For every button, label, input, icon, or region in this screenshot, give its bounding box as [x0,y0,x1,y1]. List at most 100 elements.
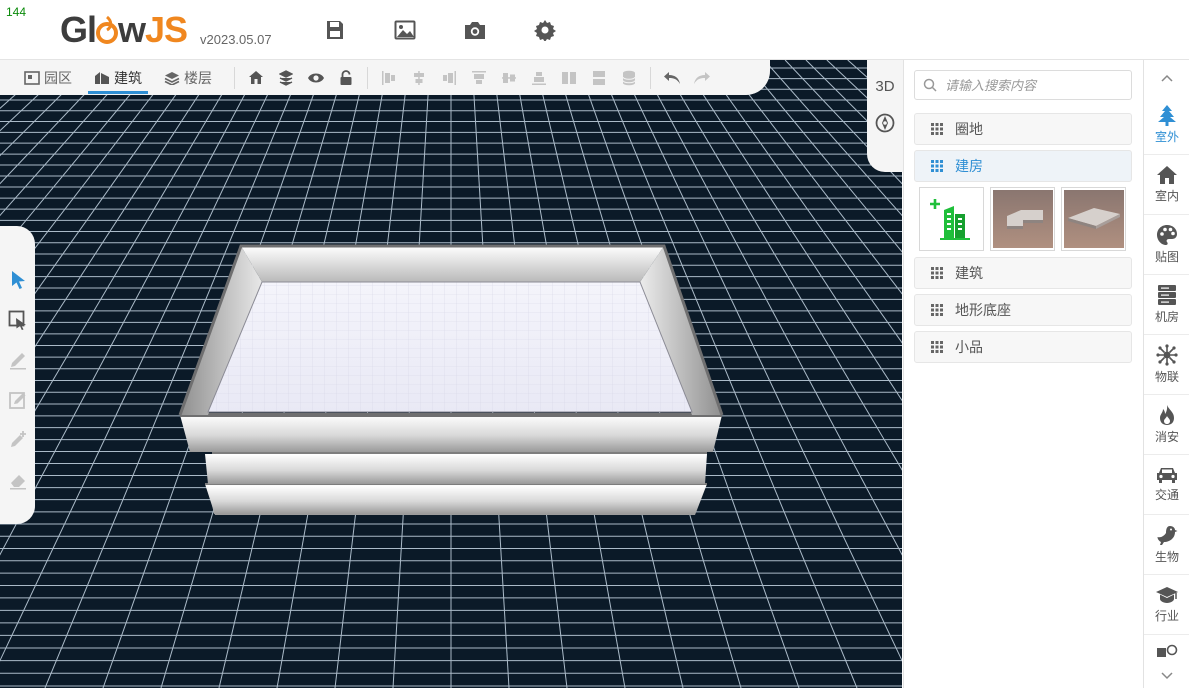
align-bottom-icon[interactable] [524,63,554,93]
group-accessories[interactable]: 小品 [914,331,1132,363]
car-icon [1157,468,1177,483]
graduation-cap-icon [1156,587,1178,603]
pen-add-icon[interactable] [0,420,35,460]
box-select-icon[interactable] [0,300,35,340]
category-indoor[interactable]: 室内 [1144,155,1189,215]
server-icon [1158,285,1176,305]
building-model[interactable] [178,244,724,515]
image-icon[interactable] [390,15,420,45]
building-icon [95,72,109,84]
tab-park[interactable]: 园区 [18,61,78,94]
settings-icon[interactable] [530,15,560,45]
group-label: 建筑 [955,265,983,281]
grid-icon [931,267,943,279]
fire-icon [1160,405,1174,425]
group-terrain-base[interactable]: 地形底座 [914,294,1132,326]
category-industry[interactable]: 行业 [1144,575,1189,635]
fps-counter: 144 [6,5,27,19]
stack-icon[interactable] [271,63,301,93]
compass-icon[interactable] [874,112,896,134]
library-panel: 圈地 建房 [903,60,1143,688]
redo-icon[interactable] [687,63,717,93]
align-middle-icon[interactable] [494,63,524,93]
rectangular-slab-thumbnail[interactable] [1061,187,1126,251]
category-traffic[interactable]: 交通 [1144,455,1189,515]
align-left-icon[interactable] [374,63,404,93]
add-building-icon[interactable] [919,187,984,251]
group-label: 地形底座 [955,302,1011,318]
divider [650,66,651,89]
eye-icon[interactable] [301,63,331,93]
toolbar: 园区 建筑 楼层 [0,60,770,95]
shapes-icon [1157,644,1178,657]
divider [367,66,368,89]
tab-floors[interactable]: 楼层 [158,61,218,94]
category-label: 生物 [1154,550,1179,564]
align-top-icon[interactable] [464,63,494,93]
l-shaped-slab-thumbnail[interactable] [990,187,1055,251]
park-icon [24,70,40,85]
pen-icon[interactable] [0,340,35,380]
group-label: 小品 [955,339,983,355]
group-enclosure[interactable]: 圈地 [914,113,1132,145]
camera-icon[interactable] [460,15,490,45]
iot-icon [1156,344,1178,366]
app-logo: Gl wJS [60,8,188,52]
palette-icon [1157,225,1177,245]
database-icon[interactable] [614,63,644,93]
align-right-icon[interactable] [434,63,464,93]
search-input[interactable] [945,77,1125,93]
group-buildings[interactable]: 建筑 [914,257,1132,289]
category-fire-safety[interactable]: 消安 [1144,395,1189,455]
select-arrow-icon[interactable] [0,260,35,300]
lock-icon[interactable] [331,63,361,93]
category-label: 室内 [1154,189,1179,203]
grid-icon [931,304,943,316]
grid-icon [931,160,943,172]
layers-icon [164,71,180,85]
save-icon[interactable] [320,15,350,45]
category-server-room[interactable]: 机房 [1144,275,1189,335]
distribute-v-icon[interactable] [584,63,614,93]
distribute-h-icon[interactable] [554,63,584,93]
search-icon [923,78,937,92]
undo-icon[interactable] [657,63,687,93]
category-label: 行业 [1154,609,1179,623]
category-texture[interactable]: 贴图 [1144,215,1189,275]
group-build-house[interactable]: 建房 [914,150,1132,182]
home-icon[interactable] [241,63,271,93]
category-outdoor[interactable]: 室外 [1144,95,1189,155]
chevron-down-icon[interactable] [1144,666,1189,686]
grid-icon [931,341,943,353]
category-nav: 室外 室内 贴图 机房 物联 消安 交通 生物 行业 [1143,60,1189,688]
draw-toolbar [0,226,35,524]
edit-icon[interactable] [0,380,35,420]
view-mode-toggle[interactable]: 3D [867,78,903,95]
3d-viewport[interactable] [0,60,902,688]
view-controls: 3D [867,60,903,172]
eraser-icon[interactable] [0,460,35,500]
logo-text-gl: Gl [60,9,97,50]
tab-label: 建筑 [114,69,142,86]
group-label: 建房 [955,158,983,174]
category-label: 室外 [1154,130,1179,144]
divider [234,66,235,89]
grid-icon [931,123,943,135]
align-center-v-icon[interactable] [404,63,434,93]
house-icon [1157,166,1177,184]
category-label: 消安 [1154,430,1179,444]
logo-text-w: w [118,9,146,50]
category-iot[interactable]: 物联 [1144,335,1189,395]
category-label: 贴图 [1154,250,1179,264]
category-label: 物联 [1154,370,1179,384]
chevron-up-icon[interactable] [1144,68,1189,88]
scene-canvas [0,60,902,688]
tab-label: 园区 [44,69,72,86]
model-thumbnails [919,187,1126,251]
tab-building[interactable]: 建筑 [88,61,148,94]
category-organisms[interactable]: 生物 [1144,515,1189,575]
tab-label: 楼层 [184,69,212,86]
category-shapes[interactable] [1144,635,1189,669]
bird-icon [1157,526,1178,545]
category-label: 机房 [1154,310,1179,324]
